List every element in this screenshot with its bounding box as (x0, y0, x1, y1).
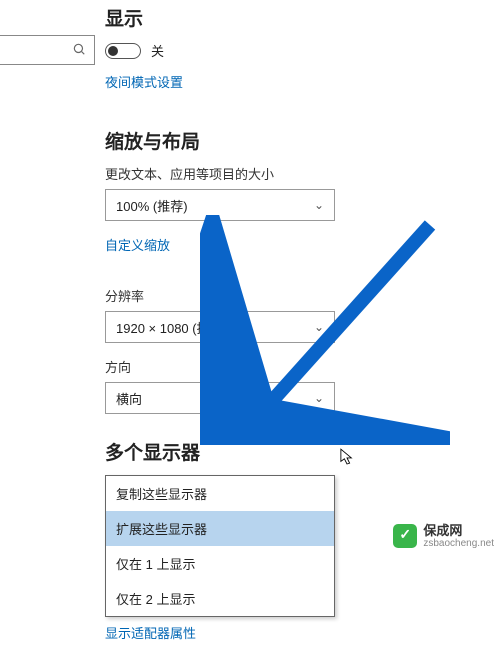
shield-icon (393, 524, 417, 548)
toggle-label: 关 (151, 41, 164, 60)
watermark-brand: 保成网 (423, 524, 494, 538)
resolution-label: 分辨率 (105, 286, 500, 305)
mouse-cursor-icon (340, 448, 354, 466)
search-input[interactable] (0, 35, 95, 65)
resolution-value: 1920 × 1080 (推荐) (116, 318, 227, 337)
multi-display-dropdown[interactable]: 复制这些显示器 扩展这些显示器 仅在 1 上显示 仅在 2 上显示 (105, 475, 335, 617)
chevron-down-icon: ⌄ (314, 198, 324, 212)
orientation-select[interactable]: 横向 ⌄ (105, 382, 335, 414)
scale-section-title: 缩放与布局 (105, 127, 500, 154)
display-option-duplicate[interactable]: 复制这些显示器 (106, 476, 334, 511)
watermark: 保成网 zsbaocheng.net (393, 524, 494, 549)
custom-zoom-link[interactable]: 自定义缩放 (105, 235, 170, 254)
display-option-extend[interactable]: 扩展这些显示器 (106, 511, 334, 546)
text-size-label: 更改文本、应用等项目的大小 (105, 164, 500, 183)
resolution-select[interactable]: 1920 × 1080 (推荐) ⌄ (105, 311, 335, 343)
watermark-url: zsbaocheng.net (423, 538, 494, 549)
orientation-value: 横向 (116, 389, 142, 408)
display-option-only2[interactable]: 仅在 2 上显示 (106, 581, 334, 616)
chevron-down-icon: ⌄ (314, 391, 324, 405)
text-size-select[interactable]: 100% (推荐) ⌄ (105, 189, 335, 221)
brightness-toggle[interactable] (105, 43, 141, 59)
adapter-properties-link[interactable]: 显示适配器属性 (105, 623, 196, 642)
chevron-down-icon: ⌄ (314, 320, 324, 334)
page-title: 显示 (105, 4, 500, 31)
orientation-label: 方向 (105, 357, 500, 376)
text-size-value: 100% (推荐) (116, 196, 188, 215)
night-mode-link[interactable]: 夜间模式设置 (105, 72, 183, 91)
display-option-only1[interactable]: 仅在 1 上显示 (106, 546, 334, 581)
multi-display-title: 多个显示器 (105, 438, 500, 465)
search-icon (72, 42, 86, 59)
